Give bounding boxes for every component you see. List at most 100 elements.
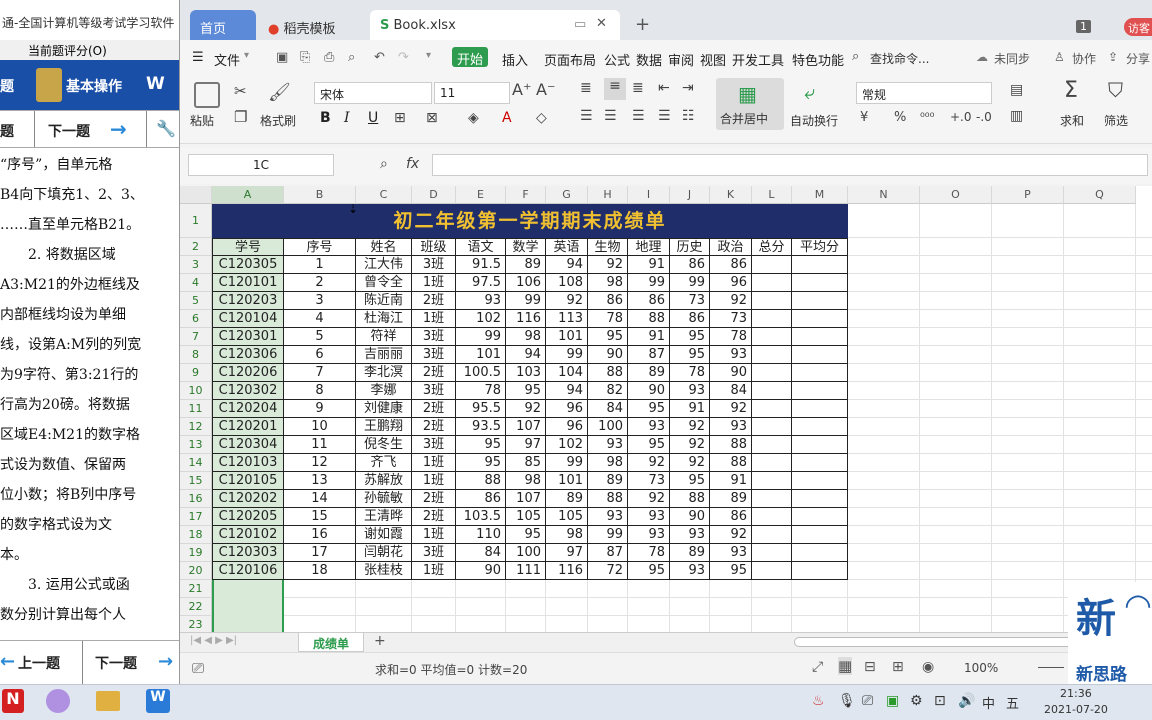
column-header-n[interactable]: N — [848, 186, 920, 204]
column-header-d[interactable]: D — [412, 186, 456, 204]
table-cell[interactable] — [792, 490, 848, 508]
table-cell[interactable]: 98 — [588, 274, 628, 292]
table-cell[interactable]: 2班 — [412, 364, 456, 382]
cut-icon[interactable]: ✂ — [234, 82, 247, 100]
font-select[interactable]: 宋体 — [314, 82, 432, 104]
question-label-2[interactable]: 题 — [0, 121, 14, 141]
zoom-icon[interactable]: ⌕ — [380, 156, 388, 172]
table-cell[interactable]: 94 — [546, 256, 588, 274]
table-cell[interactable]: 103 — [506, 364, 546, 382]
table-cell[interactable]: 13 — [284, 472, 356, 490]
table-cell[interactable]: 陈近南 — [356, 292, 412, 310]
table-cell[interactable]: 99 — [670, 274, 710, 292]
table-cell[interactable]: C120201 — [212, 418, 284, 436]
table-cell[interactable]: 14 — [284, 490, 356, 508]
currency-icon[interactable]: ¥ — [860, 110, 868, 125]
table-cell[interactable]: 78 — [588, 310, 628, 328]
table-cell[interactable]: 100.5 — [456, 364, 506, 382]
table-cell[interactable] — [752, 544, 792, 562]
row-header[interactable]: 22 — [180, 598, 212, 616]
table-cell[interactable] — [792, 508, 848, 526]
table-cell[interactable]: 98 — [588, 454, 628, 472]
underline-icon[interactable]: U — [368, 110, 378, 126]
table-cell[interactable]: 89 — [546, 490, 588, 508]
table-cell[interactable]: 94 — [506, 346, 546, 364]
arrow-left-icon[interactable]: ← — [0, 651, 15, 672]
table-cell[interactable]: 95 — [456, 454, 506, 472]
table-cell[interactable] — [752, 274, 792, 292]
table-cell[interactable]: 84 — [588, 400, 628, 418]
tab-home[interactable]: 首页 — [190, 10, 256, 40]
table-cell[interactable]: 92 — [670, 418, 710, 436]
justify-icon[interactable]: ☰ — [658, 108, 671, 124]
table-cell[interactable]: 91 — [710, 472, 752, 490]
table-cell[interactable]: 86 — [710, 508, 752, 526]
column-header-q[interactable]: Q — [1064, 186, 1136, 204]
table-cell[interactable]: 倪冬生 — [356, 436, 412, 454]
table-cell[interactable]: 2班 — [412, 400, 456, 418]
column-header-e[interactable]: E — [456, 186, 506, 204]
save-icon[interactable]: ▣ — [276, 50, 288, 65]
table-cell[interactable]: 符祥 — [356, 328, 412, 346]
table-style-icon[interactable]: ▤ — [1010, 82, 1023, 98]
table-cell[interactable]: 102 — [456, 310, 506, 328]
table-cell[interactable]: 96 — [710, 274, 752, 292]
table-cell[interactable]: C120102 — [212, 526, 284, 544]
table-cell[interactable]: 92 — [670, 454, 710, 472]
table-cell[interactable]: C120101 — [212, 274, 284, 292]
copy-icon[interactable]: ❐ — [234, 108, 247, 126]
table-cell[interactable]: 86 — [456, 490, 506, 508]
table-cell[interactable]: 3班 — [412, 328, 456, 346]
table-cell[interactable]: 90 — [710, 364, 752, 382]
table-cell[interactable]: 92 — [506, 400, 546, 418]
table-cell[interactable]: 87 — [588, 544, 628, 562]
next-question-button-bottom[interactable]: 下一题 — [95, 653, 137, 673]
macro-icon[interactable]: ⎚ — [192, 659, 204, 677]
table-cell[interactable]: 103.5 — [456, 508, 506, 526]
table-cell[interactable]: 86 — [670, 310, 710, 328]
paste-button[interactable]: 粘贴 — [190, 112, 214, 129]
table-cell[interactable]: 5 — [284, 328, 356, 346]
wrap-text-button[interactable]: 自动换行 — [790, 112, 838, 129]
table-cell[interactable]: 105 — [546, 508, 588, 526]
table-cell[interactable]: 95 — [670, 346, 710, 364]
close-icon[interactable]: ✕ — [596, 16, 607, 31]
table-cell[interactable]: 94 — [546, 382, 588, 400]
table-cell[interactable]: 78 — [456, 382, 506, 400]
table-cell[interactable]: 88 — [670, 490, 710, 508]
table-cell[interactable] — [752, 472, 792, 490]
worksheet-grid[interactable]: A B C D E F G H I J K L M N O P Q 1 2 3 4 5 6 7 8 9 10 11 12 13 14 15 16… — [180, 186, 1152, 632]
table-cell[interactable]: 1 — [284, 256, 356, 274]
thousands-icon[interactable]: ⁰⁰⁰ — [920, 110, 934, 124]
file-menu[interactable]: 文件 — [214, 50, 240, 69]
table-cell[interactable]: 96 — [546, 418, 588, 436]
table-cell[interactable]: 97.5 — [456, 274, 506, 292]
table-cell[interactable]: 111 — [506, 562, 546, 580]
column-header-a[interactable]: A — [212, 186, 284, 204]
sum-button[interactable]: 求和 — [1060, 112, 1084, 129]
table-cell[interactable] — [792, 562, 848, 580]
eraser-icon[interactable]: ◇ — [536, 110, 547, 126]
table-cell[interactable]: 99 — [628, 274, 670, 292]
table-cell[interactable]: 90 — [588, 346, 628, 364]
table-cell[interactable]: 113 — [546, 310, 588, 328]
table-cell[interactable]: 7 — [284, 364, 356, 382]
table-cell[interactable]: 93 — [710, 346, 752, 364]
table-cell[interactable]: 张桂枝 — [356, 562, 412, 580]
table-cell[interactable]: 99 — [546, 346, 588, 364]
table-cell[interactable]: 73 — [670, 292, 710, 310]
table-cell[interactable]: 101 — [456, 346, 506, 364]
formula-input[interactable] — [432, 154, 1148, 176]
table-cell[interactable]: 100 — [506, 544, 546, 562]
table-cell[interactable] — [792, 274, 848, 292]
table-cell[interactable]: C120204 — [212, 400, 284, 418]
table-cell[interactable]: 108 — [546, 274, 588, 292]
table-cell[interactable] — [792, 400, 848, 418]
network-icon[interactable]: ⊡ — [934, 693, 946, 709]
table-cell[interactable]: 107 — [506, 418, 546, 436]
table-cell[interactable] — [792, 544, 848, 562]
table-cell[interactable]: 93 — [588, 436, 628, 454]
column-header-h[interactable]: H — [588, 186, 628, 204]
table-cell[interactable]: C120206 — [212, 364, 284, 382]
word-icon[interactable]: W — [146, 74, 165, 94]
